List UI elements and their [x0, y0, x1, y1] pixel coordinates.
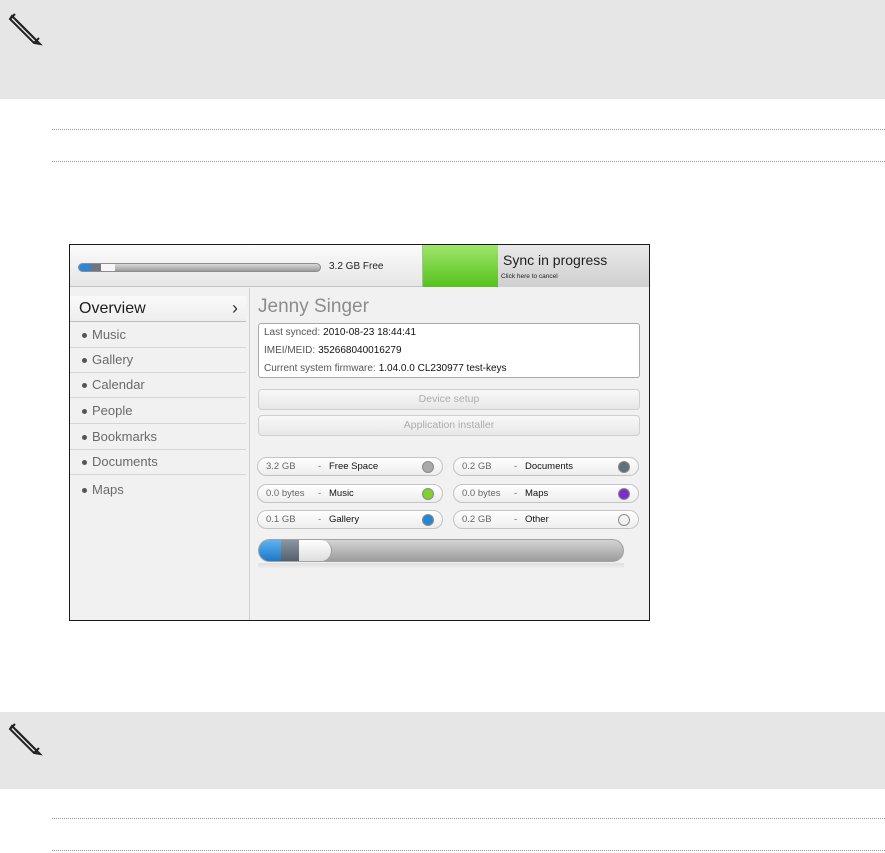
sync-progress-fill [423, 245, 498, 287]
imei-row: IMEI/MEID: 352668040016279 [264, 345, 402, 356]
sync-title: Sync in progress [503, 252, 608, 268]
category-name: Other [525, 514, 549, 525]
imei-label: IMEI/MEID: [264, 345, 316, 356]
sidebar-item-label: Overview [79, 300, 146, 317]
sidebar-item-maps[interactable]: Maps [70, 478, 246, 503]
sidebar-item-label: Bookmarks [92, 429, 158, 444]
divider-dotted [52, 161, 885, 162]
last-synced-row: Last synced: 2010-08-23 18:44:41 [264, 327, 416, 338]
category-music[interactable]: 0.0 bytes - Music [257, 484, 443, 503]
sidebar-item-label: People [92, 403, 133, 418]
pencil-note-icon [8, 723, 43, 756]
category-size: 0.2 GB [462, 461, 492, 472]
firmware-value: 1.04.0.0 CL230977 test-keys [378, 363, 507, 374]
bullet-icon [82, 488, 87, 493]
sidebar-item-label: Gallery [92, 352, 134, 367]
sidebar-item-gallery[interactable]: Gallery [70, 348, 246, 373]
category-name: Music [329, 488, 354, 499]
category-gallery[interactable]: 0.1 GB - Gallery [257, 510, 443, 529]
category-color-dot [422, 461, 434, 473]
storage-bar-other [100, 264, 116, 271]
sidebar-item-overview[interactable]: Overview › [70, 296, 246, 322]
bullet-icon [82, 383, 87, 388]
storage-bar-used [79, 264, 92, 271]
category-maps[interactable]: 0.0 bytes - Maps [453, 484, 639, 503]
category-color-dot [618, 514, 630, 526]
last-synced-value: 2010-08-23 18:44:41 [323, 327, 417, 338]
sidebar: Overview › Music Gallery Calendar People… [70, 288, 250, 620]
sidebar-item-music[interactable]: Music [70, 323, 246, 348]
category-free-space[interactable]: 3.2 GB - Free Space [257, 457, 443, 476]
sidebar-item-label: Music [92, 327, 126, 342]
sidebar-item-label: Documents [92, 454, 158, 469]
bullet-icon [82, 333, 87, 338]
category-name: Documents [525, 461, 574, 472]
category-color-dot [422, 514, 434, 526]
storage-bar [78, 263, 321, 272]
pencil-note-icon [8, 13, 43, 46]
sidebar-item-people[interactable]: People [70, 399, 246, 424]
usage-bar-documents [280, 540, 300, 561]
device-setup-button[interactable]: Device setup [258, 389, 640, 410]
category-dash: - [318, 514, 322, 525]
category-dash: - [514, 488, 518, 499]
category-size: 0.1 GB [266, 514, 296, 525]
sync-topbar: 3.2 GB Free Sync in progress Click here … [70, 245, 649, 287]
category-documents[interactable]: 0.2 GB - Documents [453, 457, 639, 476]
free-space-label: 3.2 GB Free [329, 261, 384, 272]
sync-cancel-hint[interactable]: Click here to cancel [501, 273, 558, 280]
imei-value: 352668040016279 [318, 345, 402, 356]
usage-bar-reflection [258, 563, 624, 569]
device-user-name: Jenny Singer [258, 296, 369, 317]
category-dash: - [318, 461, 322, 472]
category-size: 0.0 bytes [462, 488, 501, 499]
device-info-box: Last synced: 2010-08-23 18:44:41 IMEI/MEI… [258, 323, 640, 378]
note-band-top [0, 0, 885, 99]
bullet-icon [82, 409, 87, 414]
firmware-row: Current system firmware: 1.04.0.0 CL23097… [264, 363, 507, 374]
application-installer-button[interactable]: Application installer [258, 415, 640, 436]
sync-button[interactable]: Sync in progress Click here to cancel [422, 245, 649, 287]
category-size: 3.2 GB [266, 461, 296, 472]
usage-bar-gallery [259, 540, 281, 561]
sidebar-item-documents[interactable]: Documents [70, 450, 246, 475]
category-other[interactable]: 0.2 GB - Other [453, 510, 639, 529]
firmware-label: Current system firmware: [264, 363, 376, 374]
sidebar-item-bookmarks[interactable]: Bookmarks [70, 425, 246, 450]
category-size: 0.0 bytes [266, 488, 305, 499]
usage-bar [258, 539, 624, 562]
category-size: 0.2 GB [462, 514, 492, 525]
sync-window: 3.2 GB Free Sync in progress Click here … [69, 244, 650, 621]
bullet-icon [82, 358, 87, 363]
category-dash: - [318, 488, 322, 499]
storage-bar-documents [91, 264, 101, 271]
bullet-icon [82, 435, 87, 440]
usage-bar-other [299, 540, 332, 561]
chevron-right-icon: › [232, 298, 238, 318]
last-synced-label: Last synced: [264, 327, 321, 338]
divider-dotted [52, 818, 885, 819]
category-color-dot [618, 461, 630, 473]
divider-dotted [52, 850, 885, 851]
sidebar-item-label: Maps [92, 482, 124, 497]
category-dash: - [514, 461, 518, 472]
sidebar-item-calendar[interactable]: Calendar [70, 373, 246, 398]
category-color-dot [422, 488, 434, 500]
sidebar-item-label: Calendar [92, 377, 145, 392]
category-name: Free Space [329, 461, 379, 472]
category-name: Maps [525, 488, 549, 499]
category-color-dot [618, 488, 630, 500]
note-band-bottom [0, 712, 885, 789]
bullet-icon [82, 460, 87, 465]
divider-dotted [52, 129, 885, 130]
category-dash: - [514, 514, 518, 525]
category-name: Gallery [329, 514, 360, 525]
